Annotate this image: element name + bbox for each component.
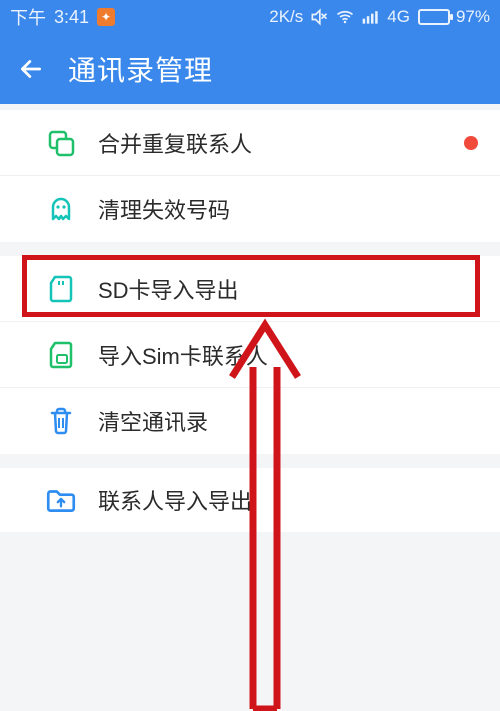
merge-icon	[44, 126, 78, 160]
trash-icon	[44, 404, 78, 438]
page-title: 通讯录管理	[68, 49, 213, 89]
row-label: 清理失效号码	[98, 193, 230, 225]
screen: 下午 3:41 ✦ 2K/s 4G 97% 通讯录管理	[0, 0, 500, 711]
folder-upload-icon	[44, 483, 78, 517]
section-gap	[0, 454, 500, 468]
status-time: 3:41	[54, 7, 89, 28]
status-left: 下午 3:41 ✦	[10, 4, 115, 30]
row-sd-import-export[interactable]: SD卡导入导出	[0, 256, 500, 322]
net-speed: 2K/s	[269, 7, 303, 27]
status-bar: 下午 3:41 ✦ 2K/s 4G 97%	[0, 0, 500, 34]
row-clean-invalid[interactable]: 清理失效号码	[0, 176, 500, 242]
battery-icon	[416, 9, 450, 25]
group-1: 合并重复联系人 清理失效号码	[0, 110, 500, 242]
section-gap	[0, 242, 500, 256]
row-clear-contacts[interactable]: 清空通讯录	[0, 388, 500, 454]
wifi-icon	[335, 7, 355, 27]
row-merge-duplicates[interactable]: 合并重复联系人	[0, 110, 500, 176]
app-indicator-icon: ✦	[97, 8, 115, 26]
status-time-prefix: 下午	[10, 4, 46, 30]
ghost-icon	[44, 192, 78, 226]
row-contacts-import-export[interactable]: 联系人导入导出	[0, 468, 500, 532]
group-2: SD卡导入导出 导入Sim卡联系人 清空通讯录	[0, 256, 500, 454]
row-label: 联系人导入导出	[98, 484, 252, 516]
status-right: 2K/s 4G 97%	[269, 7, 490, 27]
row-import-sim[interactable]: 导入Sim卡联系人	[0, 322, 500, 388]
back-icon[interactable]	[18, 56, 44, 82]
sim-card-icon	[44, 338, 78, 372]
signal-icon	[361, 7, 381, 27]
network-label: 4G	[387, 7, 410, 27]
header: 通讯录管理	[0, 34, 500, 104]
row-label: 合并重复联系人	[98, 127, 252, 159]
sd-card-icon	[44, 272, 78, 306]
notification-dot-icon	[464, 136, 478, 150]
mute-icon	[309, 7, 329, 27]
group-3: 联系人导入导出	[0, 468, 500, 532]
battery-percent: 97%	[456, 7, 490, 27]
row-label: SD卡导入导出	[98, 273, 239, 305]
row-label: 清空通讯录	[98, 405, 208, 437]
row-label: 导入Sim卡联系人	[98, 339, 268, 371]
